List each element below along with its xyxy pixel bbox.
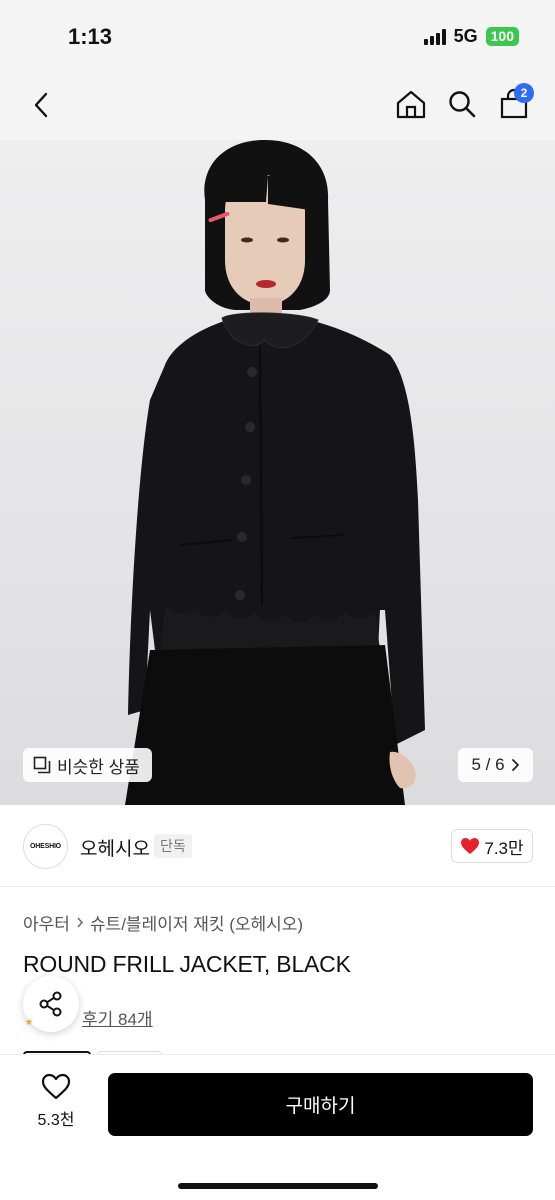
share-icon — [39, 991, 62, 1017]
brand-like-count: 7.3만 — [484, 838, 524, 858]
brand-row: OHESHIO 오헤시오 단독 7.3만 — [0, 805, 555, 887]
image-page-indicator[interactable]: 5 / 6 — [458, 748, 533, 782]
wishlist-count: 5.3천 — [37, 1112, 75, 1129]
product-image[interactable]: 비슷한 상품 5 / 6 — [0, 140, 555, 805]
signal-icon — [423, 28, 446, 45]
brand-name[interactable]: 오헤시오 — [80, 834, 150, 861]
status-bar: 1:13 5G 100 — [0, 0, 555, 70]
network-type: 5G — [453, 26, 478, 46]
copy-icon — [33, 756, 51, 774]
brand-like-button[interactable]: 7.3만 — [451, 829, 533, 863]
exclusive-badge: 단독 — [154, 834, 192, 858]
chevron-right-icon — [77, 917, 83, 928]
nav-bar: 2 — [0, 70, 555, 140]
home-button[interactable] — [392, 84, 430, 124]
bottom-action-bar: 5.3천 구매하기 — [0, 1054, 555, 1200]
wishlist-button[interactable]: 5.3천 — [24, 1073, 88, 1139]
breadcrumb-category[interactable]: 아우터 — [23, 910, 70, 935]
similar-products-label: 비슷한 상품 — [57, 757, 140, 777]
share-button[interactable] — [23, 976, 79, 1032]
back-button[interactable] — [22, 86, 60, 124]
home-indicator — [178, 1183, 378, 1189]
search-button[interactable] — [443, 84, 481, 124]
reviews-link[interactable]: 후기 84개 — [82, 1005, 153, 1030]
status-time: 1:13 — [68, 24, 113, 49]
brand-logo[interactable]: OHESHIO — [23, 824, 68, 869]
heart-outline-icon — [41, 1073, 71, 1100]
chevron-right-icon — [511, 759, 519, 771]
similar-products-button[interactable]: 비슷한 상품 — [23, 748, 152, 782]
product-photo — [125, 140, 425, 805]
cart-button[interactable]: 2 — [494, 83, 534, 124]
brand-logo-text: OHESHIO — [30, 843, 61, 850]
search-icon — [449, 91, 476, 118]
cart-count-badge: 2 — [514, 83, 534, 103]
product-title: ROUND FRILL JACKET, BLACK — [23, 951, 351, 977]
buy-button[interactable]: 구매하기 — [108, 1073, 533, 1136]
heart-filled-icon — [461, 838, 480, 854]
page-indicator-label: 5 / 6 — [471, 755, 505, 774]
breadcrumb: 아우터 슈트/블레이저 재킷 (오헤시오) — [23, 910, 303, 935]
status-indicators: 5G 100 — [423, 26, 519, 47]
chevron-left-icon — [34, 92, 48, 118]
breadcrumb-subcategory[interactable]: 슈트/블레이저 재킷 (오헤시오) — [90, 910, 303, 935]
battery-icon: 100 — [485, 27, 519, 46]
home-icon — [396, 90, 426, 119]
